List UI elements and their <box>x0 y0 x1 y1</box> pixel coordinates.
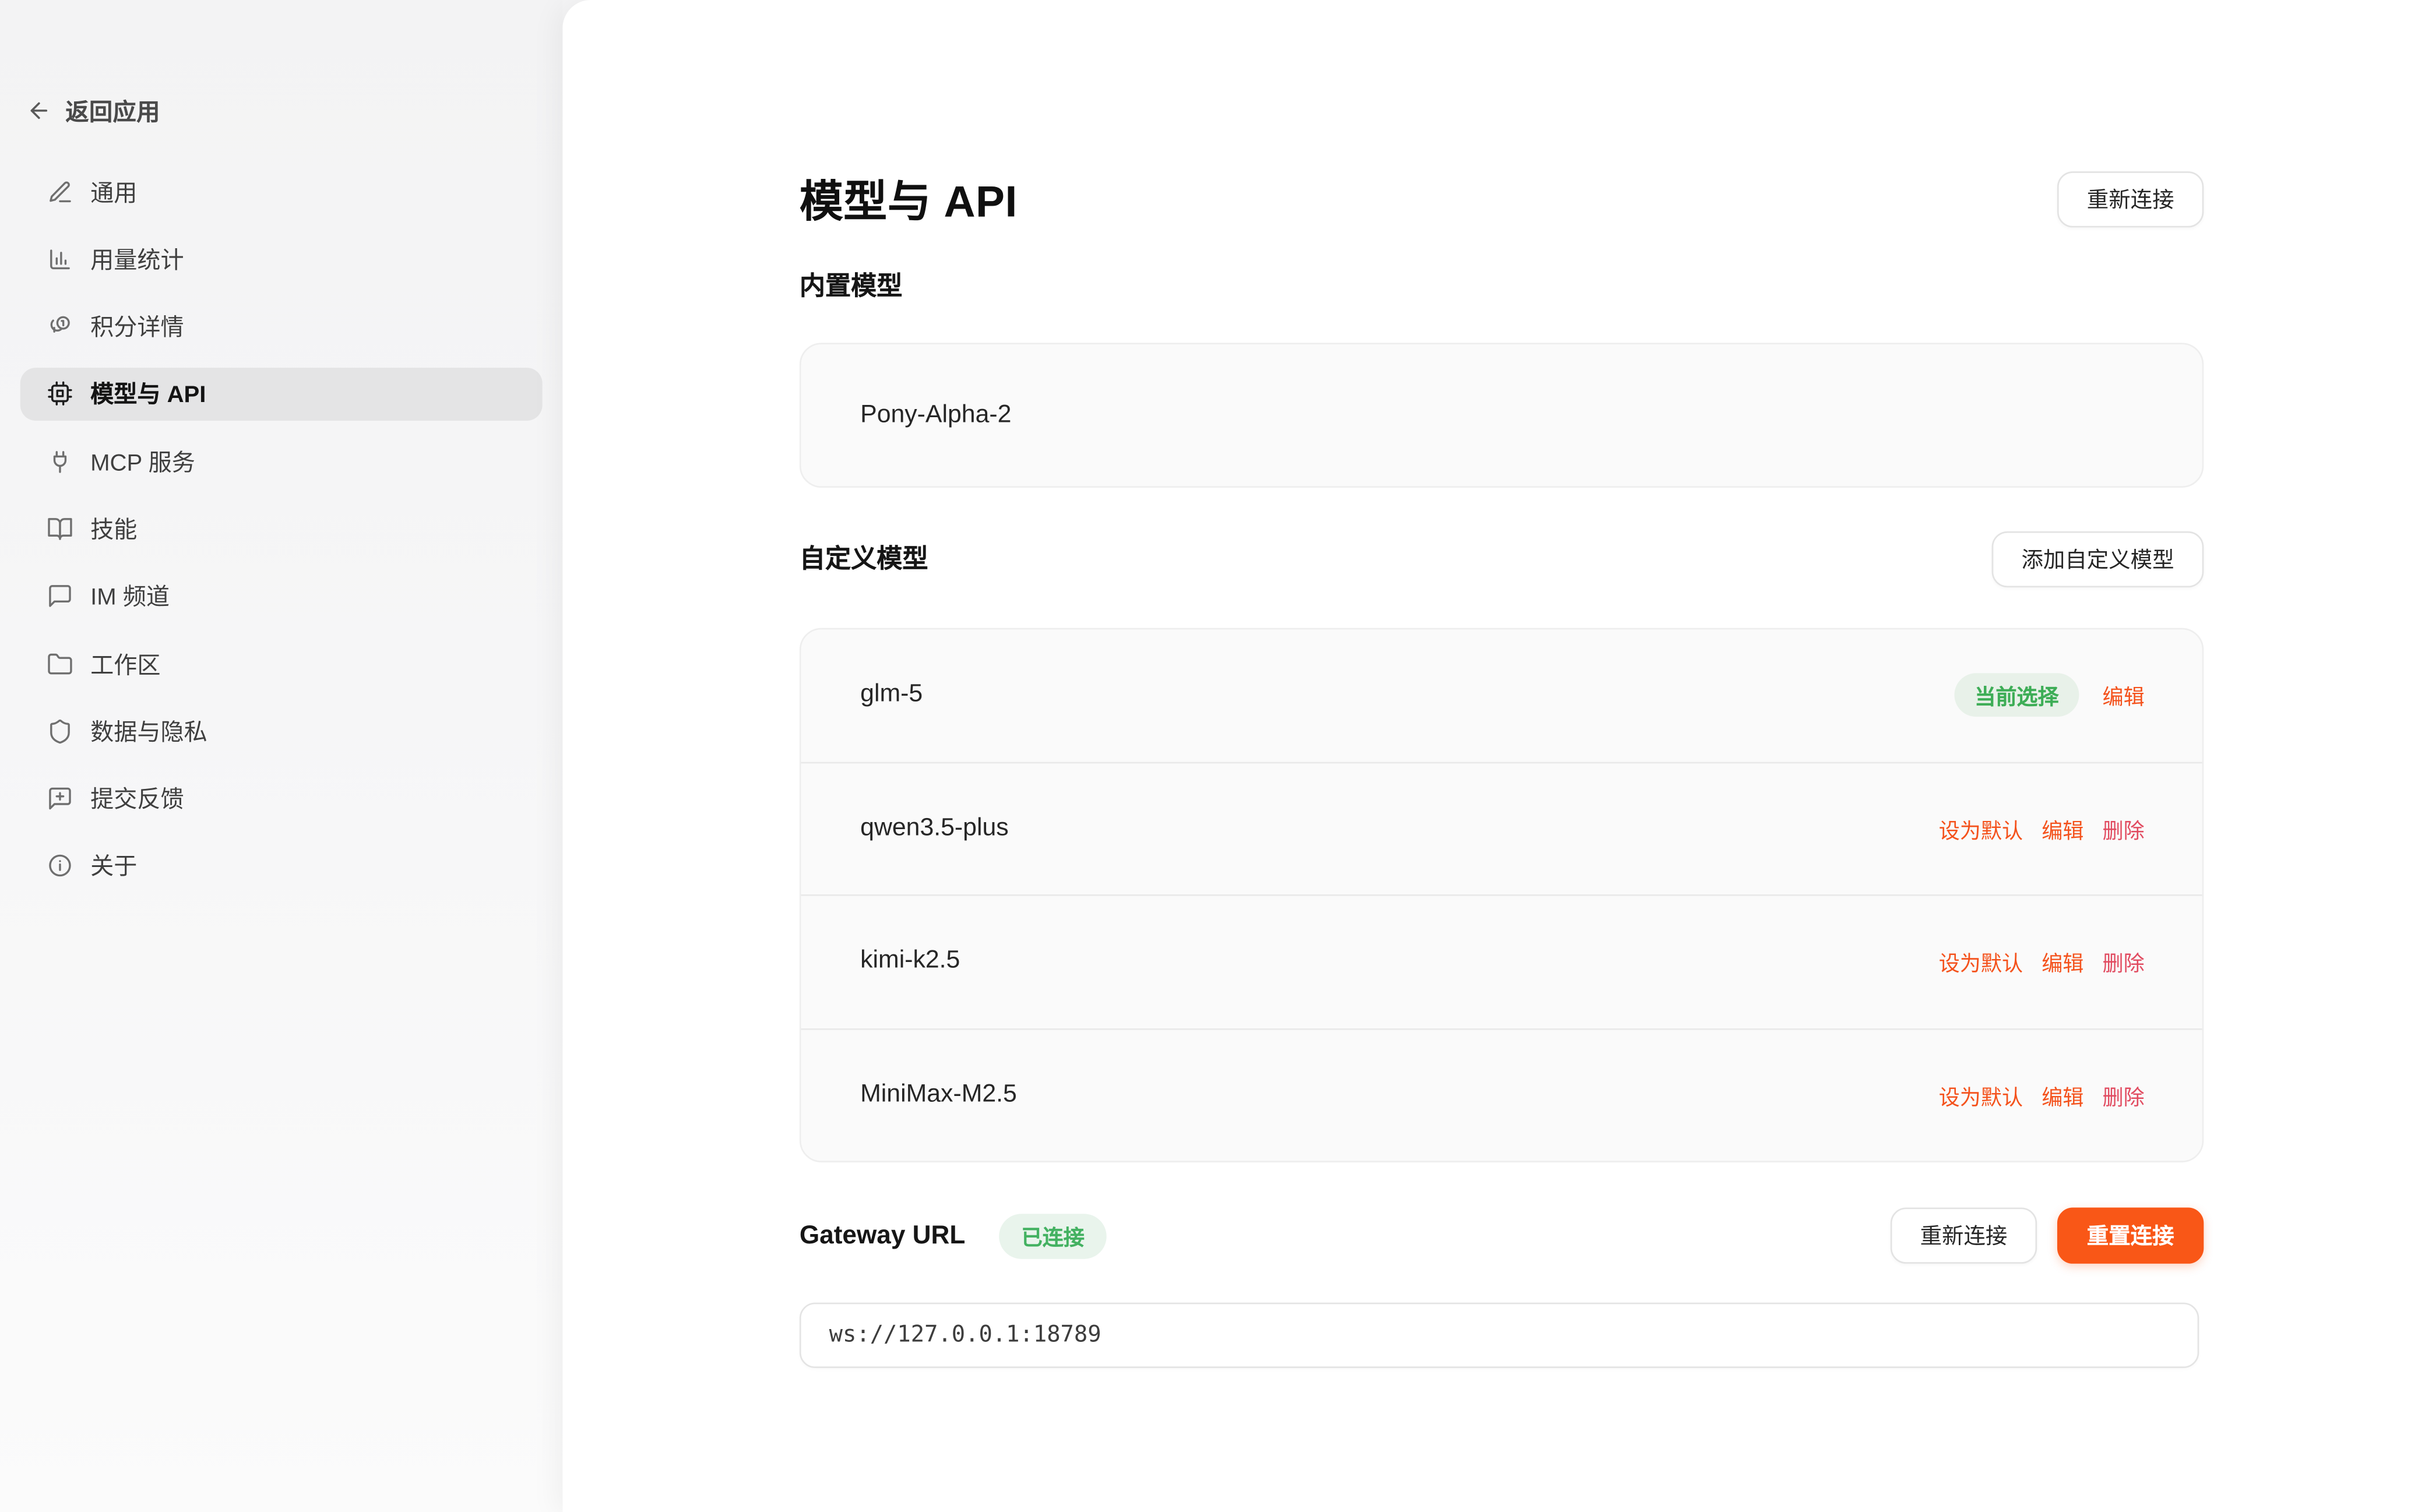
main-panel: 模型与 API 重新连接 内置模型 Pony-Alpha-2 自定义模型 添加自… <box>562 0 2425 1512</box>
model-row-actions: 设为默认 编辑 删除 <box>1939 946 2145 977</box>
delete-link[interactable]: 删除 <box>2102 946 2144 977</box>
current-selection-badge: 当前选择 <box>1954 674 2079 717</box>
sidebar-item-label: 关于 <box>90 850 137 883</box>
model-name: glm-5 <box>860 681 923 709</box>
info-icon <box>47 853 73 879</box>
gateway-reconnect-button[interactable]: 重新连接 <box>1891 1208 2037 1264</box>
sidebar-item-im-channels[interactable]: IM 频道 <box>20 570 543 623</box>
sidebar-item-workspace[interactable]: 工作区 <box>20 637 543 690</box>
connected-status-badge: 已连接 <box>999 1213 1106 1259</box>
add-custom-model-button[interactable]: 添加自定义模型 <box>1992 531 2204 587</box>
model-row-actions: 设为默认 编辑 删除 <box>1939 813 2145 844</box>
sidebar-item-usage-stats[interactable]: 用量统计 <box>20 232 543 286</box>
sidebar-item-about[interactable]: 关于 <box>20 840 543 893</box>
sidebar-item-label: IM 频道 <box>90 580 170 613</box>
sidebar-item-label: 用量统计 <box>90 243 184 276</box>
custom-models-label: 自定义模型 <box>800 543 928 576</box>
set-default-link[interactable]: 设为默认 <box>1939 813 2023 844</box>
sidebar-item-credits[interactable]: 积分详情 <box>20 300 543 353</box>
back-to-app-link[interactable]: 返回应用 <box>26 95 562 126</box>
set-default-link[interactable]: 设为默认 <box>1939 946 2023 977</box>
sidebar-item-label: 技能 <box>90 513 137 545</box>
sidebar-item-feedback[interactable]: 提交反馈 <box>20 773 543 826</box>
sidebar-item-label: 积分详情 <box>90 310 184 343</box>
model-name: qwen3.5-plus <box>860 815 1009 843</box>
builtin-models-panel[interactable]: Pony-Alpha-2 <box>800 343 2204 488</box>
arrow-left-icon <box>26 98 51 123</box>
book-open-icon <box>47 516 73 542</box>
reconnect-top-button[interactable]: 重新连接 <box>2057 171 2204 227</box>
sidebar-item-skills[interactable]: 技能 <box>20 502 543 555</box>
page-header: 模型与 API 重新连接 <box>800 162 2204 237</box>
sidebar-item-models-api[interactable]: 模型与 API <box>20 368 543 421</box>
model-row-actions: 当前选择 编辑 <box>1954 674 2144 717</box>
model-name: kimi-k2.5 <box>860 948 960 976</box>
back-to-app-label: 返回应用 <box>65 94 160 127</box>
gateway-url-label: Gateway URL <box>800 1221 965 1250</box>
gateway-reset-button[interactable]: 重置连接 <box>2057 1208 2204 1264</box>
set-default-link[interactable]: 设为默认 <box>1939 1080 2023 1111</box>
sidebar-item-label: 数据与隐私 <box>90 715 207 748</box>
model-name: MiniMax-M2.5 <box>860 1081 1017 1109</box>
model-row-kimi: kimi-k2.5 设为默认 编辑 删除 <box>801 896 2202 1030</box>
builtin-models-label: 内置模型 <box>800 271 2204 304</box>
sidebar-item-label: 工作区 <box>90 647 160 680</box>
pencil-icon <box>47 178 73 205</box>
model-row-qwen: qwen3.5-plus 设为默认 编辑 删除 <box>801 763 2202 896</box>
sidebar-item-label: 提交反馈 <box>90 783 184 815</box>
builtin-model-name: Pony-Alpha-2 <box>801 401 1012 429</box>
gateway-buttons: 重新连接 重置连接 <box>1891 1208 2204 1264</box>
message-plus-icon <box>47 785 73 812</box>
model-row-minimax: MiniMax-M2.5 设为默认 编辑 删除 <box>801 1029 2202 1161</box>
edit-link[interactable]: 编辑 <box>2042 1080 2083 1111</box>
settings-window: 返回应用 通用 用量统计 积分详情 模型与 API MCP 服务 <box>0 0 2425 1512</box>
sidebar-item-general[interactable]: 通用 <box>20 165 543 218</box>
sidebar-item-label: 通用 <box>90 175 137 208</box>
delete-link[interactable]: 删除 <box>2102 813 2144 844</box>
sidebar-item-data-privacy[interactable]: 数据与隐私 <box>20 705 543 758</box>
sidebar: 返回应用 通用 用量统计 积分详情 模型与 API MCP 服务 <box>0 0 562 1512</box>
bar-chart-icon <box>47 246 73 272</box>
edit-link[interactable]: 编辑 <box>2042 813 2083 844</box>
shield-icon <box>47 718 73 744</box>
custom-models-panel: glm-5 当前选择 编辑 qwen3.5-plus 设为默认 编辑 删除 <box>800 628 2204 1162</box>
delete-link[interactable]: 删除 <box>2102 1080 2144 1111</box>
sidebar-item-mcp[interactable]: MCP 服务 <box>20 435 543 488</box>
gateway-row: Gateway URL 已连接 重新连接 重置连接 <box>800 1208 2204 1264</box>
message-square-icon <box>47 583 73 609</box>
sidebar-item-label: 模型与 API <box>90 378 206 410</box>
model-row-glm-5: glm-5 当前选择 编辑 <box>801 629 2202 763</box>
folder-icon <box>47 651 73 677</box>
page-title: 模型与 API <box>800 168 1018 231</box>
chip-icon <box>47 381 73 407</box>
edit-link[interactable]: 编辑 <box>2102 680 2144 711</box>
plug-icon <box>47 448 73 474</box>
model-row-actions: 设为默认 编辑 删除 <box>1939 1080 2145 1111</box>
edit-link[interactable]: 编辑 <box>2042 946 2083 977</box>
gateway-url-input[interactable] <box>800 1303 2199 1368</box>
custom-models-header: 自定义模型 添加自定义模型 <box>800 531 2204 587</box>
coins-icon <box>47 313 73 340</box>
sidebar-nav: 通用 用量统计 积分详情 模型与 API MCP 服务 技能 <box>0 165 562 893</box>
sidebar-item-label: MCP 服务 <box>90 445 195 478</box>
